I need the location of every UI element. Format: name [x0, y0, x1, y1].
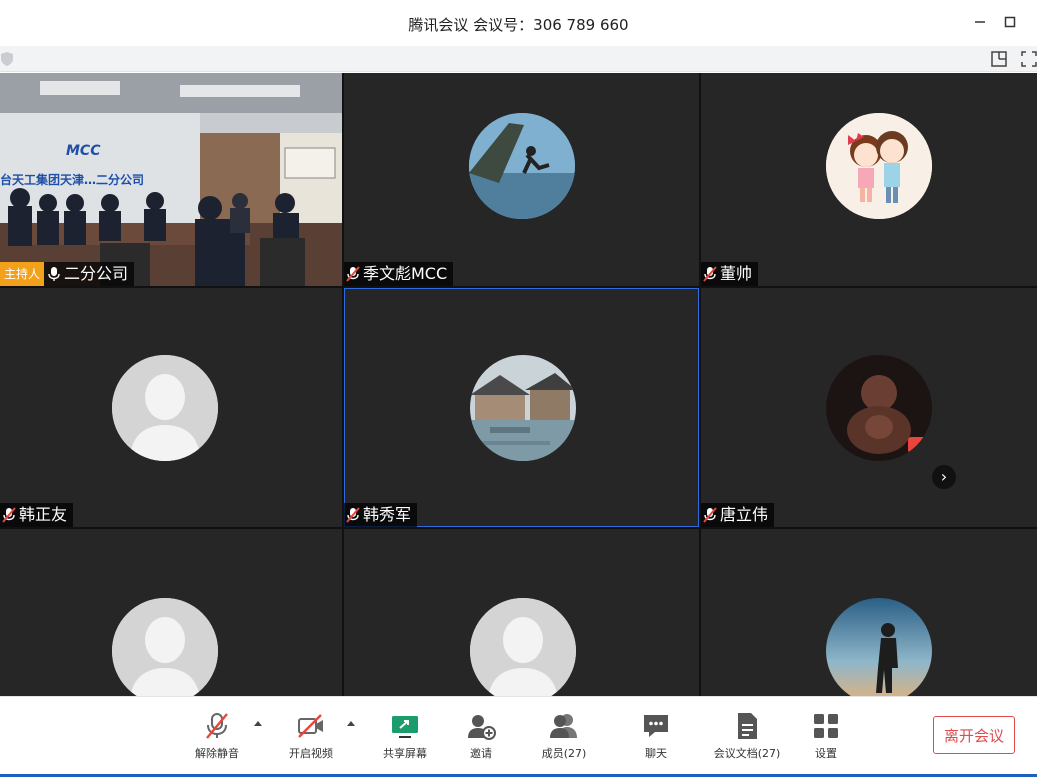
participant-name: 韩正友 [19, 505, 68, 524]
meeting-toolbar: 解除静音 开启视频 共享屏幕 邀请 成员(27) 聊天 会议文档(27) 设置 … [0, 696, 1037, 777]
share-screen-label: 共享屏幕 [383, 747, 427, 760]
participant-tile-4[interactable]: 韩秀军 [344, 288, 699, 527]
participant-name: 韩秀军 [363, 505, 412, 524]
shield-icon[interactable] [0, 51, 14, 67]
participant-name-tag: 韩正友 [0, 503, 74, 527]
participant-name: 二分公司 [64, 264, 129, 283]
members-label: 成员(27) [541, 747, 587, 760]
participant-name-tag: 唐立伟 [701, 503, 775, 527]
muted-microphone-icon [346, 266, 360, 282]
settings-button[interactable]: 设置 [791, 711, 861, 761]
participant-tile-5[interactable]: 唐立伟 [701, 288, 1037, 527]
layout-switch-icon[interactable] [990, 50, 1008, 68]
video-grid: MCC 台天工集团天津…二分公司 主持人 二分公司 季文彪MCC 董帅 韩正友 … [0, 73, 1037, 696]
participant-tile-3[interactable]: 韩正友 [0, 288, 342, 527]
invite-button[interactable]: 邀请 [446, 711, 516, 761]
chat-button[interactable]: 聊天 [621, 711, 691, 761]
avatar-photo-cliff-jump [469, 113, 575, 219]
avatar-default-person [112, 355, 218, 461]
participant-name-tag: 主持人 二分公司 [0, 262, 135, 286]
meeting-sub-toolbar [0, 46, 1037, 72]
participant-name-tag: 韩秀军 [344, 503, 418, 527]
meeting-documents-label: 会议文档(27) [713, 747, 781, 760]
start-video-label: 开启视频 [289, 747, 333, 760]
unmute-button[interactable]: 解除静音 [182, 711, 252, 761]
participant-tile-6[interactable] [0, 529, 342, 696]
wall-logo: MCC [66, 143, 101, 159]
caret-up-icon[interactable] [346, 719, 356, 727]
members-button[interactable]: 成员(27) [529, 711, 599, 761]
participant-name: 唐立伟 [720, 505, 769, 524]
add-user-icon [468, 715, 496, 740]
avatar-default-person [112, 598, 218, 696]
avatar-cartoon-couple [826, 113, 932, 219]
share-screen-icon [392, 716, 418, 738]
host-badge: 主持人 [0, 262, 45, 286]
unmute-label: 解除静音 [195, 747, 239, 760]
muted-microphone-icon [703, 266, 717, 282]
start-video-button[interactable]: 开启视频 [276, 711, 346, 761]
title-bar: 腾讯会议 会议号：306 789 660 [0, 0, 1037, 46]
avatar-default-person [470, 598, 576, 696]
avatar-photo-silhouette-sunset [826, 598, 932, 696]
participant-tile-0[interactable]: MCC 台天工集团天津…二分公司 主持人 二分公司 [0, 73, 342, 286]
invite-label: 邀请 [470, 747, 492, 760]
participant-tile-8[interactable] [701, 529, 1037, 696]
participant-name-tag: 董帅 [701, 262, 759, 286]
share-screen-button[interactable]: 共享屏幕 [370, 711, 440, 761]
participant-name: 董帅 [720, 264, 753, 283]
caret-up-icon[interactable] [253, 719, 263, 727]
wall-banner: 台天工集团天津…二分公司 [0, 173, 145, 187]
fullscreen-icon[interactable] [1020, 50, 1037, 68]
participant-name: 季文彪MCC [363, 264, 448, 283]
participant-tile-1[interactable]: 季文彪MCC [344, 73, 699, 286]
document-icon [738, 713, 757, 739]
settings-label: 设置 [815, 747, 837, 760]
muted-microphone-icon [346, 507, 360, 523]
settings-grid-icon [814, 714, 838, 738]
leave-meeting-button[interactable]: 离开会议 [933, 716, 1015, 754]
avatar-photo-buddha-statue [826, 355, 932, 461]
minimize-icon[interactable] [968, 10, 992, 34]
muted-microphone-icon [703, 507, 717, 523]
muted-microphone-icon [2, 507, 16, 523]
chat-icon [644, 715, 668, 737]
avatar-photo-courtyard [470, 355, 576, 461]
chevron-right-icon[interactable]: › [932, 465, 956, 489]
maximize-icon[interactable] [998, 10, 1022, 34]
microphone-icon [48, 267, 60, 281]
members-icon [550, 714, 577, 738]
participant-tile-7[interactable] [344, 529, 699, 696]
video-off-icon [298, 714, 323, 738]
meeting-documents-button[interactable]: 会议文档(27) [712, 711, 782, 761]
window-title: 腾讯会议 会议号：306 789 660 [408, 16, 629, 34]
participant-name-tag: 季文彪MCC [344, 262, 454, 286]
muted-microphone-icon [206, 713, 228, 739]
chat-label: 聊天 [645, 747, 667, 760]
participant-tile-2[interactable]: 董帅 [701, 73, 1037, 286]
